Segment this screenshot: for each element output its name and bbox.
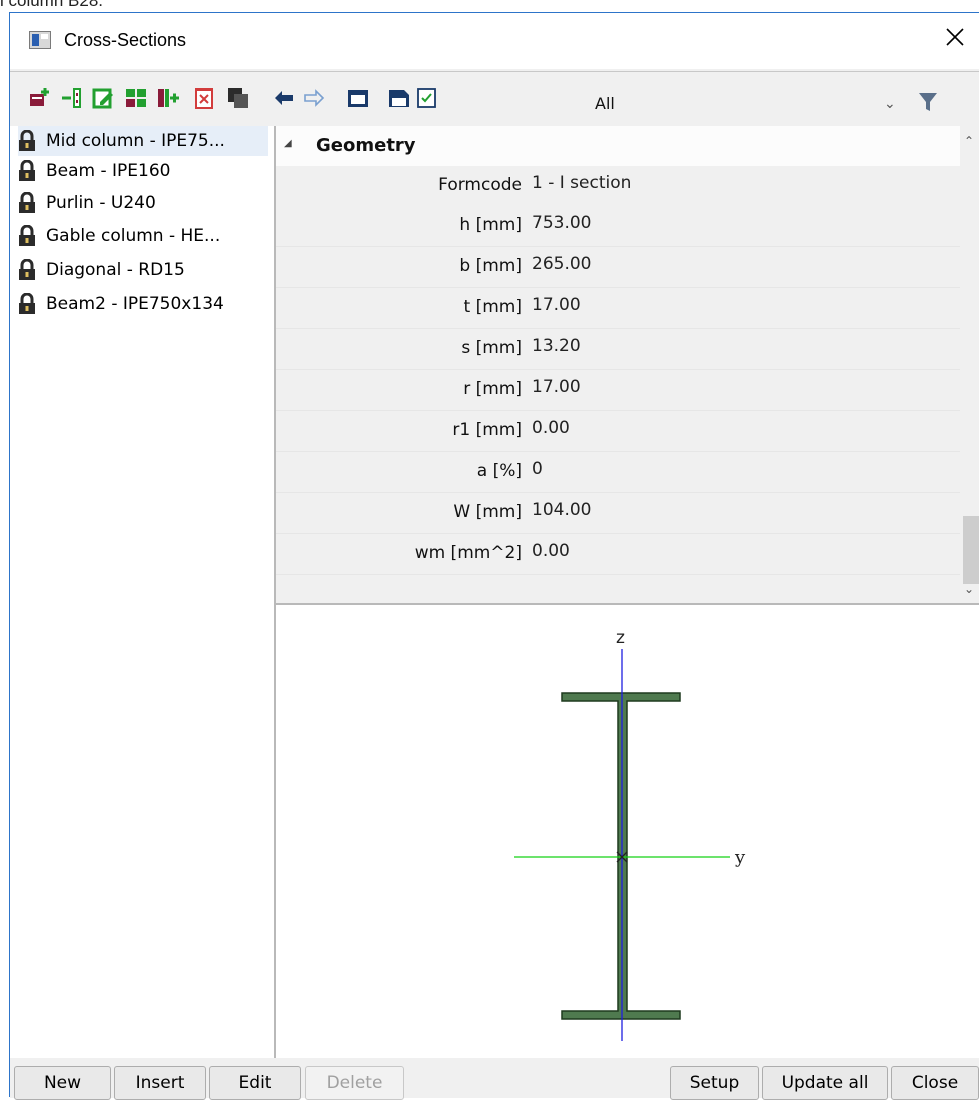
window-title: Cross-Sections (64, 30, 187, 50)
property-row[interactable]: Formcode 1 - I section (276, 166, 960, 207)
y-axis-label: y (734, 847, 746, 868)
edit-button[interactable]: Edit (209, 1066, 301, 1100)
chevron-down-icon[interactable]: ⌄ (884, 96, 896, 112)
property-label: wm [mm^2] (414, 543, 522, 563)
property-label: r1 [mm] (452, 420, 522, 440)
property-label: a [%] (476, 461, 522, 481)
insert-button[interactable]: Insert (114, 1066, 206, 1100)
property-label: Formcode (438, 175, 522, 195)
page-text-fragment: l column B28. (0, 0, 103, 10)
toolbar: All ⌄ (10, 71, 979, 124)
new-icon[interactable] (28, 86, 52, 110)
redo-icon[interactable] (302, 86, 326, 110)
lock-icon (19, 293, 35, 314)
z-axis-label: z (616, 628, 625, 648)
list-item[interactable]: Purlin - U240 (18, 188, 268, 218)
list-item[interactable]: Mid column - IPE75... (18, 126, 268, 156)
property-label: s [mm] (461, 338, 522, 358)
property-value[interactable]: 13.20 (532, 336, 581, 356)
lock-icon (19, 259, 35, 280)
update-all-button[interactable]: Update all (762, 1066, 888, 1100)
insert-column-icon[interactable] (156, 86, 180, 110)
save-icon[interactable] (387, 86, 411, 110)
lock-icon (19, 192, 35, 213)
property-row[interactable]: r [mm] 17.00 (276, 370, 960, 411)
list-item[interactable]: Beam - IPE160 (18, 156, 268, 186)
duplicate-icon[interactable] (226, 86, 250, 110)
property-row[interactable]: h [mm] 753.00 (276, 206, 960, 247)
collapse-triangle-icon[interactable]: ◢ (284, 138, 292, 149)
i-section-drawing: z y (514, 628, 746, 1041)
property-value[interactable]: 17.00 (532, 295, 581, 315)
checklist-icon[interactable] (415, 86, 439, 110)
list-item-label: Diagonal - RD15 (46, 260, 185, 280)
property-label: h [mm] (459, 215, 522, 235)
window-icon (29, 31, 51, 49)
undo-icon[interactable] (272, 86, 296, 110)
table-icon[interactable] (346, 86, 370, 110)
scroll-up-icon[interactable]: ⌃ (964, 134, 974, 148)
property-value[interactable]: 753.00 (532, 213, 591, 233)
property-label: b [mm] (459, 256, 522, 276)
section-preview: z y (276, 603, 979, 1060)
list-item[interactable]: Gable column - HE... (18, 221, 268, 251)
property-value[interactable]: 0.00 (532, 418, 570, 438)
property-value[interactable]: 104.00 (532, 500, 591, 520)
cross-sections-dialog: Cross-Sections All ⌄ Mid column - IPE75.… (9, 12, 979, 1100)
list-item-label: Mid column - IPE75... (46, 131, 225, 151)
list-item[interactable]: Diagonal - RD15 (18, 255, 268, 285)
list-item-label: Beam - IPE160 (46, 161, 171, 181)
list-item-label: Gable column - HE... (46, 226, 221, 246)
cross-section-list: Mid column - IPE75... Beam - IPE160 Purl… (10, 126, 276, 1058)
property-label: r [mm] (463, 379, 522, 399)
delete-icon[interactable] (192, 86, 216, 110)
vertical-scrollbar[interactable]: ⌃ ⌄ (960, 126, 979, 602)
edit-icon[interactable] (92, 86, 116, 110)
lock-icon (19, 160, 35, 181)
property-label: t [mm] (463, 297, 522, 317)
property-group-header[interactable]: ◢ Geometry (276, 126, 960, 167)
property-value[interactable]: 265.00 (532, 254, 591, 274)
list-item-label: Purlin - U240 (46, 193, 156, 213)
property-row[interactable]: t [mm] 17.00 (276, 288, 960, 329)
filter-select[interactable]: All (595, 94, 615, 113)
lock-icon (19, 130, 35, 151)
new-button[interactable]: New (14, 1066, 111, 1100)
title-bar: Cross-Sections (10, 13, 979, 69)
property-row[interactable]: a [%] 0 (276, 452, 960, 493)
property-row[interactable]: s [mm] 13.20 (276, 329, 960, 370)
lock-icon (19, 225, 35, 246)
dialog-button-bar: New Insert Edit Delete Setup Update all … (10, 1058, 979, 1100)
property-value[interactable]: 1 - I section (532, 173, 631, 193)
close-button[interactable]: Close (891, 1066, 979, 1100)
property-row[interactable]: W [mm] 104.00 (276, 493, 960, 534)
filter-icon[interactable] (916, 90, 940, 114)
property-row[interactable]: b [mm] 265.00 (276, 247, 960, 288)
copy-icon[interactable] (124, 86, 148, 110)
property-value[interactable]: 0 (532, 459, 543, 479)
scrollbar-thumb[interactable] (963, 516, 979, 584)
list-item[interactable]: Beam2 - IPE750x134 (18, 289, 268, 319)
property-label: W [mm] (453, 502, 522, 522)
property-row[interactable]: r1 [mm] 0.00 (276, 411, 960, 452)
property-grid: ◢ Geometry Formcode 1 - I section h [mm]… (276, 126, 979, 602)
close-icon[interactable] (943, 25, 967, 49)
setup-button[interactable]: Setup (670, 1066, 759, 1100)
delete-button[interactable]: Delete (305, 1066, 404, 1100)
insert-icon[interactable] (60, 86, 84, 110)
property-value[interactable]: 0.00 (532, 541, 570, 561)
property-row[interactable]: wm [mm^2] 0.00 (276, 534, 960, 575)
property-value[interactable]: 17.00 (532, 377, 581, 397)
property-group-title: Geometry (316, 135, 416, 156)
scroll-down-icon[interactable]: ⌄ (964, 582, 974, 596)
list-item-label: Beam2 - IPE750x134 (46, 294, 224, 314)
